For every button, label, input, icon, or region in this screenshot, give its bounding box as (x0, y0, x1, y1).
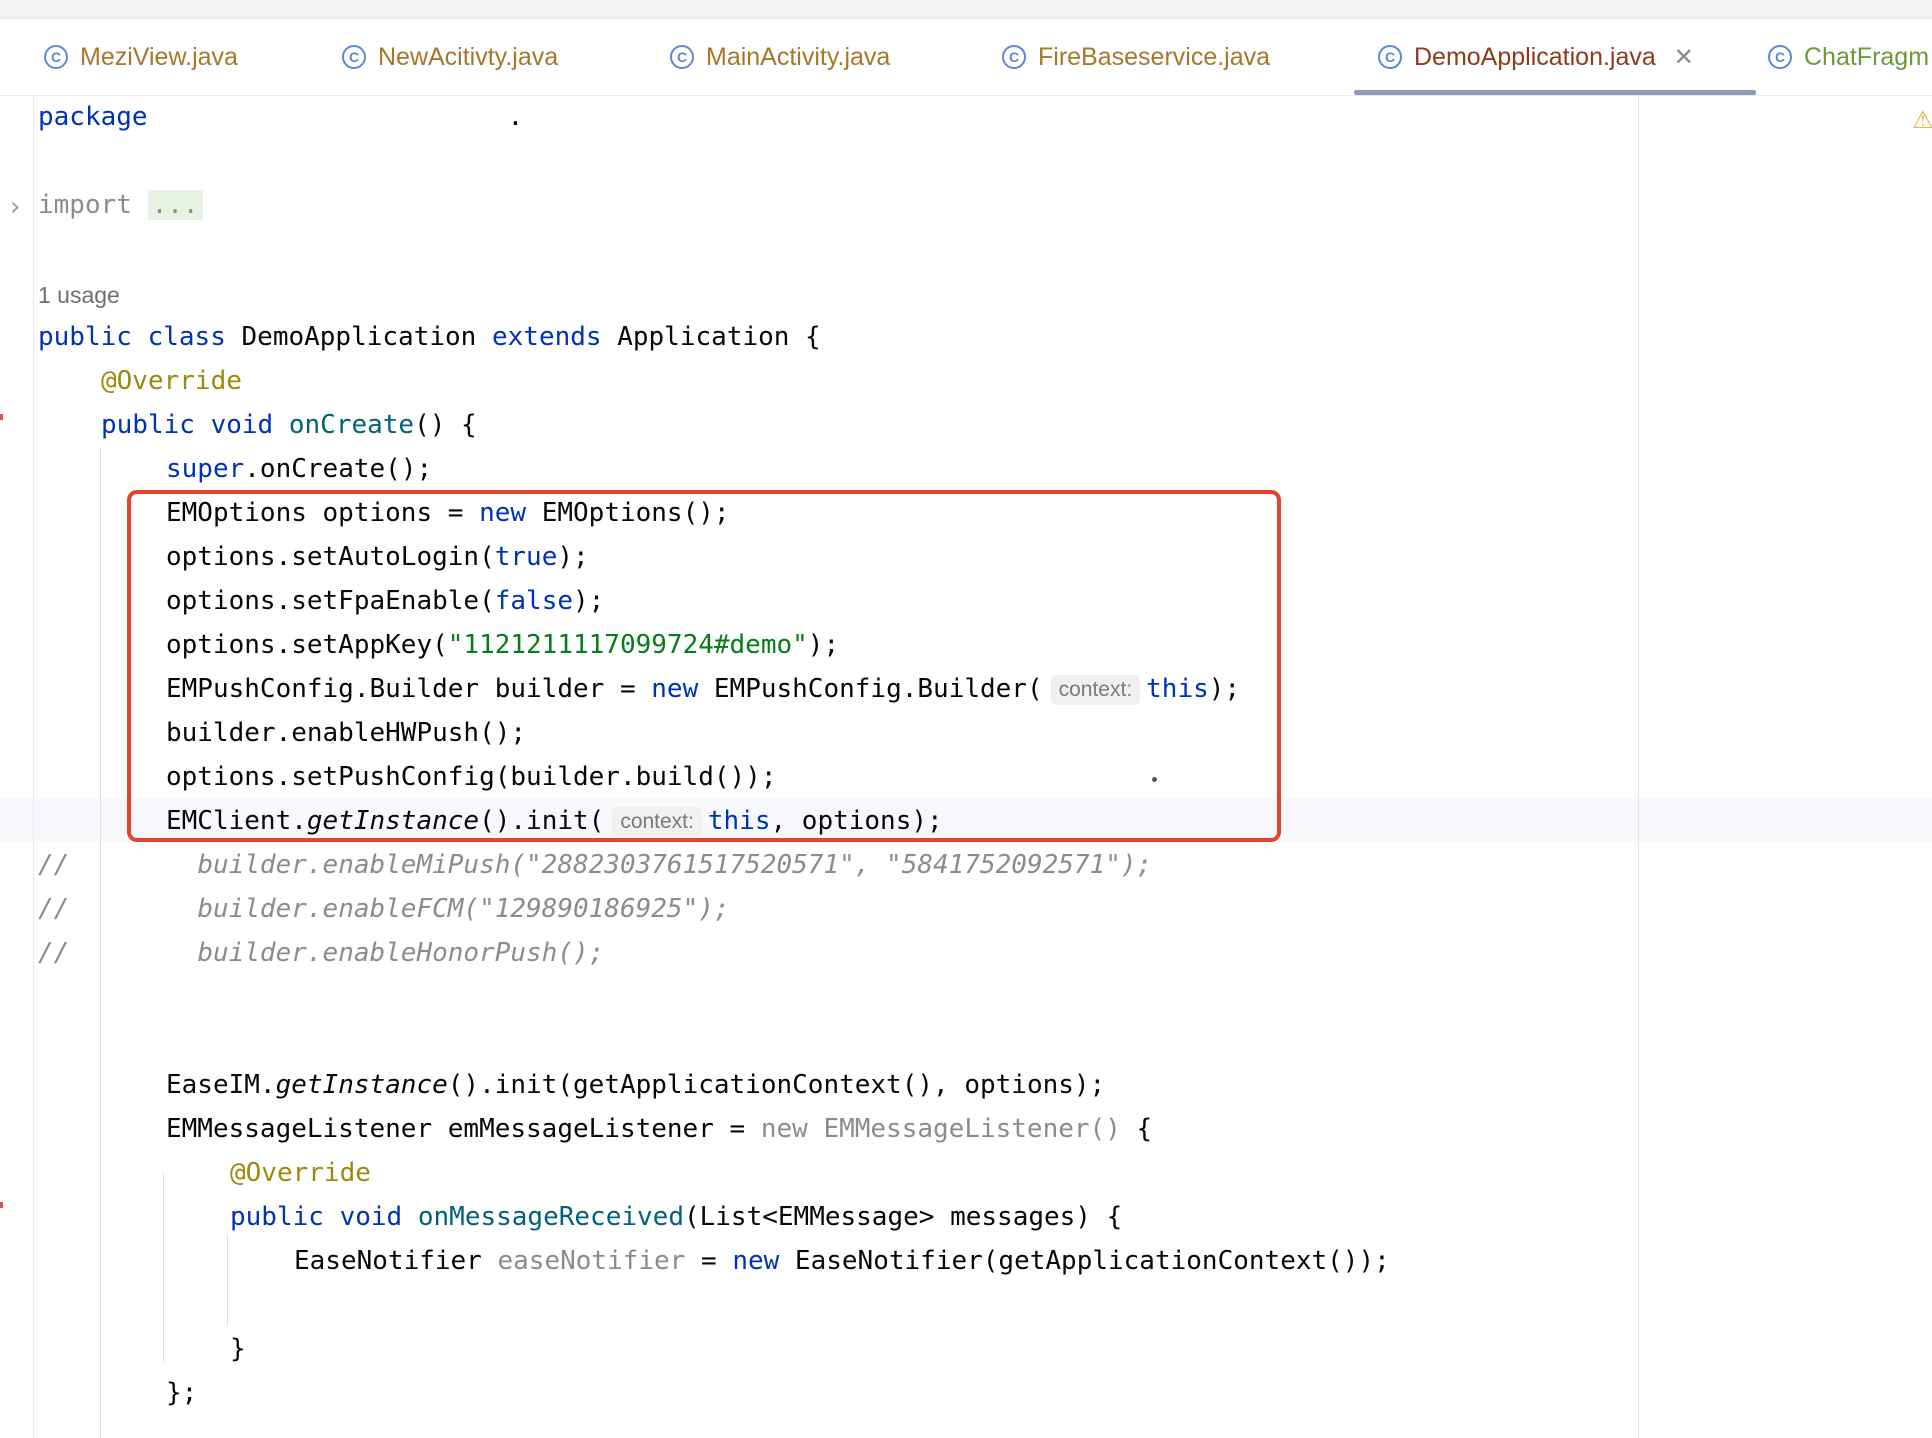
code-line-builder: EMPushConfig.Builder builder = new EMPus… (166, 674, 1241, 705)
code-line-autologin: options.setAutoLogin(true); (166, 542, 589, 572)
gutter-border (33, 96, 34, 1438)
usage-hint[interactable]: 1 usage (38, 278, 120, 312)
code-line-close-brace: } (230, 1334, 246, 1364)
code-line-super: super.onCreate(); (166, 454, 433, 484)
indent-guide (227, 1234, 228, 1326)
java-class-icon: C (1768, 45, 1792, 69)
code-line-close-brace-semicolon: }; (166, 1378, 198, 1408)
cursor-dot (1152, 777, 1157, 782)
code-line-comment-honor: //builder.enableHonorPush(); (38, 938, 605, 968)
code-line-appkey: options.setAppKey("1121211117099724#demo… (166, 630, 840, 660)
tab-firebaseservice[interactable]: C FireBaseservice.java (1002, 19, 1270, 95)
tab-label: MainActivity.java (706, 42, 891, 71)
tab-label: FireBaseservice.java (1038, 42, 1271, 71)
java-class-icon: C (670, 45, 694, 69)
java-class-icon: C (1002, 45, 1026, 69)
code-line-enablehwpush: builder.enableHWPush(); (166, 718, 527, 748)
code-line-comment-mipush: //builder.enableMiPush("2882303761517520… (38, 850, 1153, 880)
right-margin-guide (1638, 96, 1639, 1438)
code-line-onmessagereceived: public void onMessageReceived(List<EMMes… (230, 1202, 1123, 1232)
code-line-listener: EMMessageListener emMessageListener = ne… (166, 1114, 1153, 1144)
code-line-easeim-init: EaseIM.getInstance().init(getApplication… (166, 1070, 1106, 1100)
indent-guide (163, 1172, 164, 1362)
parameter-hint: context: (1050, 675, 1141, 705)
tab-label: ChatFragm (1804, 42, 1930, 71)
tab-newacitivty[interactable]: C NewAcitivty.java (342, 19, 558, 95)
override-gutter-marker (0, 1202, 3, 1208)
code-line-comment-fcm: //builder.enableFCM("129890186925"); (38, 894, 730, 924)
ide-window: C MeziView.java C NewAcitivty.java C Mai… (0, 0, 1932, 1438)
code-line-easenotifier: EaseNotifier easeNotifier = new EaseNoti… (294, 1246, 1390, 1276)
editor-tab-bar: C MeziView.java C NewAcitivty.java C Mai… (0, 19, 1932, 96)
code-line-oncreate: public void onCreate() { (101, 410, 477, 440)
tab-mainactivity[interactable]: C MainActivity.java (670, 19, 890, 95)
java-class-icon: C (44, 45, 68, 69)
warning-icon[interactable]: ⚠ (1912, 106, 1932, 134)
code-line-fpaenable: options.setFpaEnable(false); (166, 586, 605, 616)
code-line-package: package. (38, 102, 524, 132)
close-icon[interactable]: ✕ (1674, 43, 1694, 72)
override-gutter-marker (0, 414, 3, 420)
code-line-emclient-init: EMClient.getInstance().init(context: this… (166, 806, 943, 837)
code-line-setpushconfig: options.setPushConfig(builder.build()); (166, 762, 777, 792)
tab-label: NewAcitivty.java (378, 42, 559, 71)
active-tab-indicator (1354, 90, 1756, 95)
tab-label: MeziView.java (80, 42, 238, 71)
java-class-icon: C (1378, 45, 1402, 69)
window-top-strip (0, 0, 1932, 19)
tab-label: DemoApplication.java (1414, 42, 1656, 71)
code-line-override: @Override (230, 1158, 371, 1188)
fold-expand-icon[interactable]: › (10, 192, 20, 222)
tab-meziview[interactable]: C MeziView.java (44, 19, 238, 95)
import-fold-placeholder[interactable]: ... (147, 190, 203, 220)
parameter-hint: context: (612, 807, 702, 837)
code-editor[interactable]: › ⚠ package. import ... 1 usage public c… (0, 96, 1932, 1438)
tab-demoapplication[interactable]: C DemoApplication.java ✕ (1354, 19, 1756, 95)
code-line-override: @Override (101, 366, 242, 396)
java-class-icon: C (342, 45, 366, 69)
code-line-class: public class DemoApplication extends App… (38, 322, 821, 352)
code-line-import: import ... (38, 188, 203, 222)
code-line-emoptions: EMOptions options = new EMOptions(); (166, 498, 730, 528)
tab-chatfragment[interactable]: C ChatFragm (1768, 19, 1929, 95)
